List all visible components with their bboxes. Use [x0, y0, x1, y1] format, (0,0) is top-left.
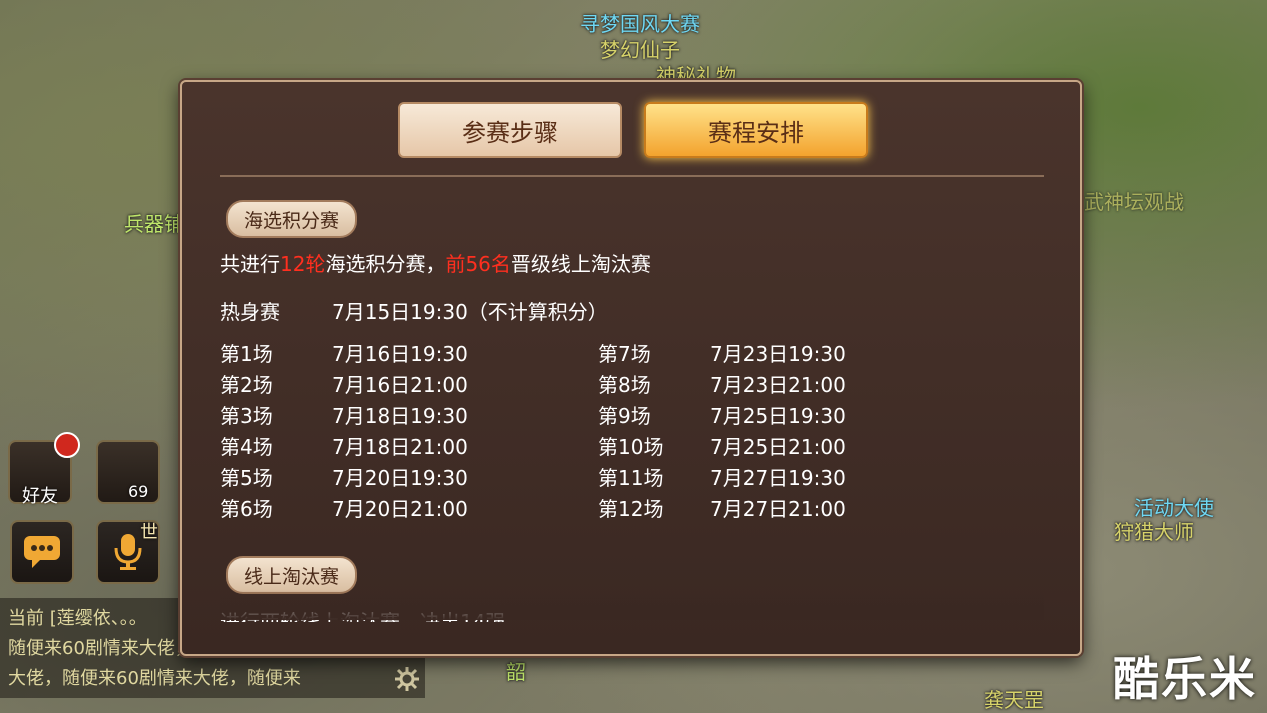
round-time: 7月25日21:00	[710, 435, 846, 459]
tab-schedule[interactable]: 赛程安排	[644, 102, 868, 158]
warmup-time: 7月15日19:30（不计算积分）	[332, 300, 608, 324]
chat-button[interactable]	[10, 520, 74, 584]
chat-line: 当前 [莲缨依、。。	[8, 608, 147, 629]
warmup-label: 热身赛	[220, 300, 280, 324]
scene-npc-label: 狩猎大师	[1114, 520, 1194, 544]
round-time: 7月16日21:00	[332, 373, 468, 397]
section-title-qualifier: 海选积分赛	[226, 200, 358, 238]
round-time: 7月18日19:30	[332, 404, 468, 428]
scene-npc-label: 韶	[506, 660, 526, 684]
round-time: 7月20日21:00	[332, 497, 468, 521]
intro-text: 共进行	[220, 252, 280, 276]
watermark: 酷乐米	[1113, 652, 1257, 706]
schedule-scroll-area[interactable]: 海选积分赛 共进行12轮海选积分赛，前56名晋级线上淘汰赛 热身赛 7月15日1…	[182, 182, 1080, 622]
friends-label: 好友	[22, 486, 58, 507]
world-channel-label: 世	[140, 522, 158, 543]
chat-line: 大佬，随便来60剧情来大佬，随便来	[8, 668, 301, 689]
section-title-knockout: 线上淘汰赛	[226, 556, 358, 594]
intro-text: 海选积分赛，	[325, 252, 446, 276]
round-time: 7月16日19:30	[332, 342, 468, 366]
scene-npc-label: 梦幻仙子	[600, 38, 680, 62]
chat-bubble-icon	[24, 536, 60, 568]
round-name: 第6场	[220, 497, 273, 521]
scene-npc-label: 武神坛观战	[1084, 190, 1184, 214]
intro-highlight: 前56名	[445, 252, 511, 276]
round-name: 第9场	[598, 404, 651, 428]
round-name: 第1场	[220, 342, 273, 366]
microphone-icon	[114, 534, 142, 570]
qualifier-intro: 共进行12轮海选积分赛，前56名晋级线上淘汰赛	[220, 248, 651, 277]
divider	[220, 175, 1044, 177]
notification-dot-icon	[54, 432, 80, 458]
settings-gear-icon[interactable]	[394, 666, 420, 692]
intro-text: 晋级线上淘汰赛	[510, 252, 651, 276]
scroll-fade	[220, 590, 1044, 620]
round-name: 第10场	[598, 435, 664, 459]
round-time: 7月23日19:30	[710, 342, 846, 366]
round-time: 7月20日19:30	[332, 466, 468, 490]
intro-highlight: 12轮	[280, 252, 326, 276]
round-name: 第4场	[220, 435, 273, 459]
round-time: 7月18日21:00	[332, 435, 468, 459]
round-name: 第3场	[220, 404, 273, 428]
round-name: 第2场	[220, 373, 273, 397]
round-name: 第7场	[598, 342, 651, 366]
scene-npc-label: 龚天罡	[984, 688, 1044, 712]
round-name: 第8场	[598, 373, 651, 397]
round-time: 7月27日21:00	[710, 497, 846, 521]
round-time: 7月23日21:00	[710, 373, 846, 397]
tab-participation-steps[interactable]: 参赛步骤	[398, 102, 622, 158]
round-time: 7月25日19:30	[710, 404, 846, 428]
player-avatar-button[interactable]: 69	[96, 440, 160, 504]
round-name: 第11场	[598, 466, 664, 490]
friends-button[interactable]: 好友	[8, 432, 80, 507]
round-time: 7月27日19:30	[710, 466, 846, 490]
schedule-dialog: 参赛步骤 赛程安排 海选积分赛 共进行12轮海选积分赛，前56名晋级线上淘汰赛 …	[180, 80, 1082, 656]
round-name: 第5场	[220, 466, 273, 490]
player-level: 69	[128, 482, 149, 501]
scene-npc-label: 兵器铺	[124, 212, 184, 236]
round-name: 第12场	[598, 497, 664, 521]
scene-npc-label: 寻梦国风大赛	[580, 12, 700, 36]
